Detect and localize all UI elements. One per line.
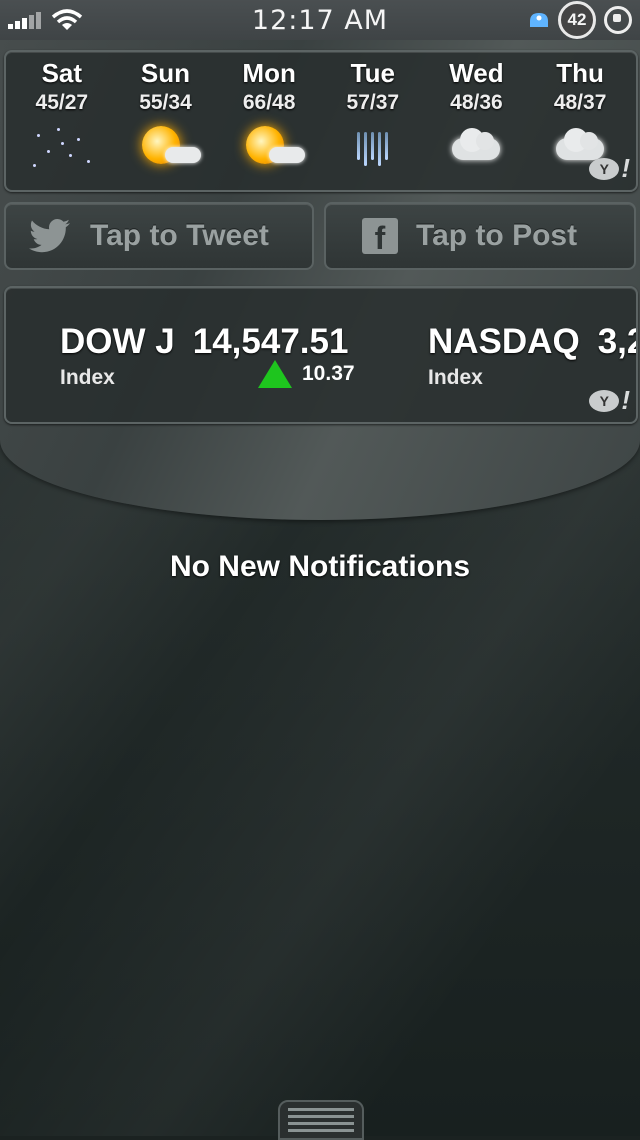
up-arrow-icon xyxy=(258,360,292,388)
yahoo-letter: Y xyxy=(589,389,620,412)
day-temps: 55/34 xyxy=(139,91,192,114)
day-name: Sun xyxy=(140,58,191,88)
partly-sunny-icon xyxy=(115,119,215,179)
status-bar: 12:17 AM 42 xyxy=(0,0,640,40)
day-temps: 48/37 xyxy=(553,91,607,114)
notification-bubble-icon xyxy=(530,13,548,27)
twitter-bird-icon xyxy=(29,219,70,253)
tap-to-tweet-button[interactable]: Tap to Tweet xyxy=(4,202,314,270)
partly-sunny-icon xyxy=(219,119,319,179)
weather-day: Sat 45/27 xyxy=(12,58,112,179)
yahoo-letter: Y xyxy=(589,157,620,180)
stock-item-nasdaq[interactable]: NASDAQ 3,2 Index xyxy=(428,322,636,390)
weather-day: Sun 55/34 xyxy=(115,58,215,179)
day-temps: 48/36 xyxy=(450,91,503,114)
stocks-widget[interactable]: DOW J 14,547.51 Index 10.37 NASDAQ 3,2 I… xyxy=(4,286,638,424)
yahoo-icon[interactable]: Y ! xyxy=(589,385,630,416)
weather-widget[interactable]: Sat 45/27 Sun 55/34 Mon 66/48 Tue 57/37 xyxy=(4,50,638,192)
stock-symbol: DOW J xyxy=(60,322,175,361)
stock-value: 3,2 xyxy=(597,322,636,361)
tap-to-post-button[interactable]: f Tap to Post xyxy=(324,202,636,270)
empty-notifications-message: No New Notifications xyxy=(169,550,470,583)
day-name: Wed xyxy=(449,58,504,88)
day-name: Mon xyxy=(242,58,296,88)
weather-day: Wed 48/36 xyxy=(426,58,526,179)
signal-icon xyxy=(8,11,41,29)
facebook-icon: f xyxy=(362,218,398,254)
badge-count: 42 xyxy=(558,1,596,39)
cloudy-icon xyxy=(426,119,526,179)
yahoo-mark: ! xyxy=(621,153,630,183)
weather-day: Mon 66/48 xyxy=(219,58,319,179)
day-name: Sat xyxy=(41,58,83,88)
day-temps: 57/37 xyxy=(346,91,400,114)
day-name: Thu xyxy=(556,58,604,88)
day-temps: 66/48 xyxy=(242,91,296,114)
tweet-label: Tap to Tweet xyxy=(90,219,269,252)
stock-symbol: NASDAQ xyxy=(428,322,580,361)
day-name: Tue xyxy=(350,58,395,88)
wifi-icon xyxy=(51,9,83,30)
weather-day: Tue 57/37 xyxy=(323,58,423,179)
stock-change: 10.37 xyxy=(258,360,355,388)
yahoo-mark: ! xyxy=(621,385,630,415)
day-temps: 45/27 xyxy=(35,91,89,114)
post-label: Tap to Post xyxy=(416,219,578,252)
rotation-lock-icon xyxy=(604,6,632,34)
yahoo-icon[interactable]: Y ! xyxy=(589,153,630,184)
stock-change-value: 10.37 xyxy=(302,362,355,385)
drag-handle[interactable] xyxy=(278,1100,364,1140)
rain-icon xyxy=(323,119,423,179)
stock-value: 14,547.51 xyxy=(192,322,349,361)
clear-night-icon xyxy=(12,119,112,179)
